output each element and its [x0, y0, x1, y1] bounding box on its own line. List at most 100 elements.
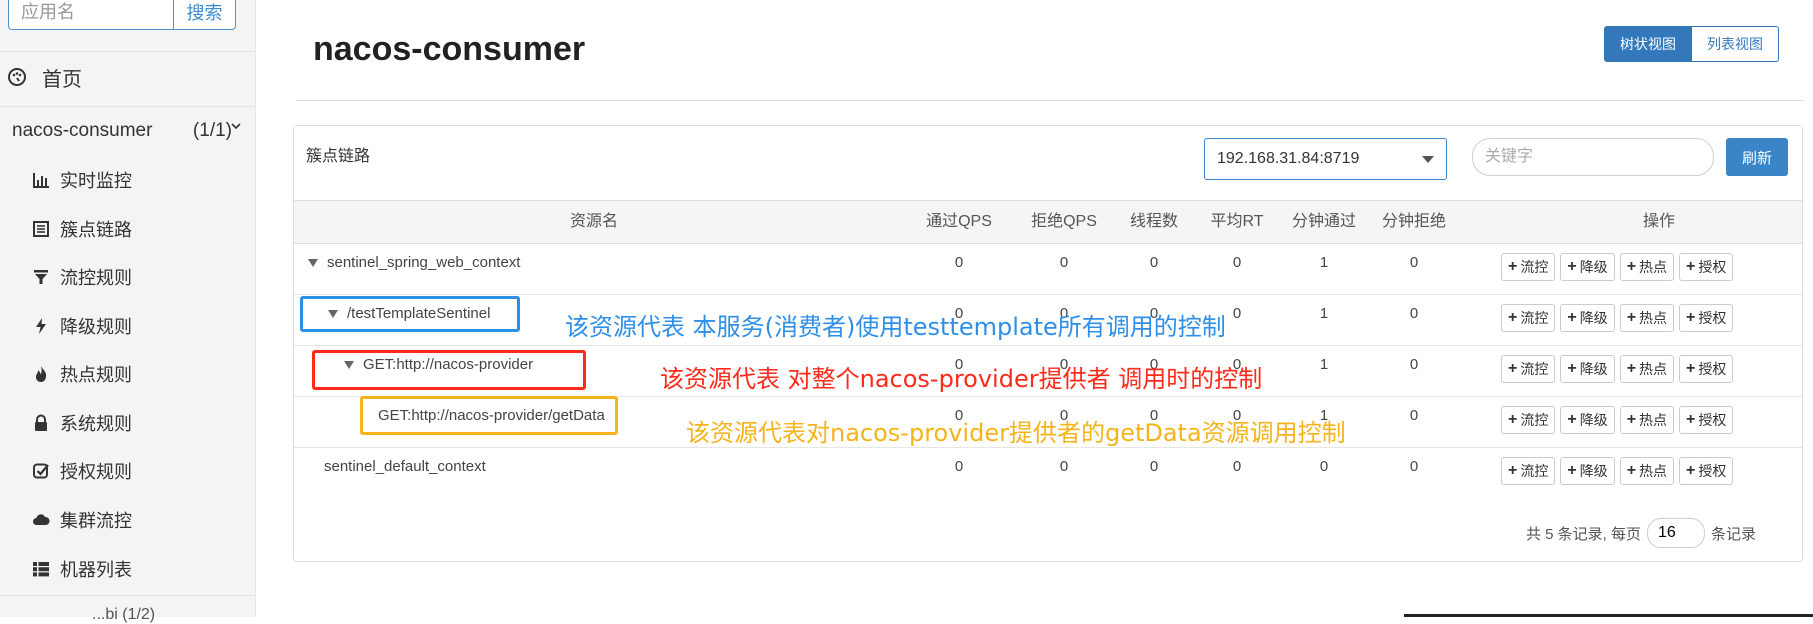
op-label: 授权	[1698, 412, 1727, 428]
sidebar-item-home[interactable]: 首页	[6, 62, 82, 92]
plus-icon: +	[1686, 258, 1696, 275]
plus-icon: +	[1567, 411, 1577, 428]
title-divider	[296, 100, 1804, 101]
row-actions: + 流控 + 降级 + 热点 + 授权	[1501, 355, 1734, 383]
min-block-cell: 0	[1409, 356, 1419, 373]
authority-rule-button[interactable]: + 授权	[1679, 304, 1734, 332]
chevron-down-icon	[231, 123, 241, 130]
annotation-text-yellow: 该资源代表对nacos-provider提供者的getData资源调用控制	[686, 419, 1346, 447]
page-title: nacos-consumer	[313, 30, 586, 68]
sidebar-item-label: 簇点链路	[60, 220, 132, 240]
check-square-icon	[33, 463, 49, 479]
caret-down-icon	[1422, 155, 1434, 163]
tree-view-button[interactable]: 树状视图	[1604, 26, 1692, 62]
sidebar-item-degrade-rules[interactable]: 降级规则	[32, 312, 132, 340]
resource-name-cell: sentinel_default_context	[324, 447, 486, 487]
refresh-button[interactable]: 刷新	[1726, 138, 1788, 176]
plus-icon: +	[1508, 462, 1518, 479]
degrade-rule-button[interactable]: + 降级	[1560, 253, 1615, 281]
degrade-rule-button[interactable]: + 降级	[1560, 304, 1615, 332]
sidebar-item-label: 集群流控	[60, 511, 132, 531]
filter-icon	[34, 270, 48, 284]
flow-rule-button[interactable]: + 流控	[1501, 304, 1556, 332]
flow-rule-button[interactable]: + 流控	[1501, 253, 1556, 281]
flow-rule-button[interactable]: + 流控	[1501, 406, 1556, 434]
sidebar-item-label: 热点规则	[60, 365, 132, 385]
hotspot-rule-button[interactable]: + 热点	[1619, 457, 1675, 485]
sidebar-item-hotspot-rules[interactable]: 热点规则	[32, 360, 132, 388]
hotspot-rule-button[interactable]: + 热点	[1619, 355, 1675, 383]
app-search-input[interactable]	[8, 0, 173, 30]
min-block-cell: 0	[1409, 407, 1419, 424]
op-label: 流控	[1520, 361, 1549, 377]
keyword-input[interactable]	[1472, 138, 1714, 176]
min-block-cell: 0	[1409, 458, 1419, 475]
authority-rule-button[interactable]: + 授权	[1679, 457, 1734, 485]
sidebar-item-flow-rules[interactable]: 流控规则	[32, 263, 132, 291]
plus-icon: +	[1686, 411, 1696, 428]
plus-icon: +	[1686, 360, 1696, 377]
pass-qps-cell: 0	[954, 254, 964, 271]
flow-rule-button[interactable]: + 流控	[1501, 355, 1556, 383]
hotspot-rule-button[interactable]: + 热点	[1619, 406, 1675, 434]
op-label: 降级	[1579, 259, 1608, 275]
degrade-rule-button[interactable]: + 降级	[1560, 406, 1615, 434]
pass-qps-cell: 0	[954, 458, 964, 475]
authority-rule-button[interactable]: + 授权	[1679, 355, 1734, 383]
op-label: 授权	[1698, 259, 1727, 275]
sidebar-app-next-partial[interactable]: ...bi (1/2)	[92, 606, 155, 624]
op-label: 降级	[1579, 361, 1608, 377]
annotation-text-red: 该资源代表 对整个nacos-provider提供者 调用时的控制	[660, 365, 1263, 393]
app-name: nacos-consumer	[12, 120, 153, 141]
app-search: 搜索	[8, 0, 236, 32]
authority-rule-button[interactable]: + 授权	[1679, 253, 1734, 281]
degrade-rule-button[interactable]: + 降级	[1560, 457, 1615, 485]
sidebar-item-realtime-monitor[interactable]: 实时监控	[32, 166, 132, 194]
plus-icon: +	[1626, 258, 1637, 275]
bar-chart-icon	[33, 173, 49, 188]
sidebar-item-system-rules[interactable]: 系统规则	[32, 409, 132, 437]
search-button[interactable]: 搜索	[173, 0, 236, 30]
plus-icon: +	[1567, 462, 1577, 479]
tree-collapse-icon[interactable]	[308, 259, 318, 267]
row-actions: + 流控 + 降级 + 热点 + 授权	[1501, 406, 1734, 434]
column-header: 通过QPS	[926, 213, 992, 230]
sidebar-item-authority-rules[interactable]: 授权规则	[32, 457, 132, 485]
lock-icon	[35, 414, 47, 431]
list-icon	[33, 221, 49, 237]
view-toggle: 树状视图 列表视图	[1604, 26, 1779, 62]
min-block-cell: 0	[1409, 305, 1419, 322]
sidebar-item-cluster-flow[interactable]: 集群流控	[32, 506, 132, 534]
op-label: 流控	[1520, 259, 1549, 275]
op-label: 热点	[1639, 259, 1668, 275]
sidebar-app-nacos-consumer[interactable]: nacos-consumer (1/1)	[12, 116, 242, 146]
app-machine-count: (1/1)	[192, 120, 232, 141]
sidebar-item-label: 流控规则	[60, 268, 132, 288]
column-header: 分钟拒绝	[1381, 213, 1446, 230]
pagination-total-text: 共 5 条记录, 每页	[1526, 525, 1642, 543]
authority-rule-button[interactable]: + 授权	[1679, 406, 1734, 434]
sidebar-item-label: 授权规则	[60, 462, 132, 482]
sidebar-divider	[0, 51, 255, 52]
min-block-cell: 0	[1409, 254, 1419, 271]
degrade-rule-button[interactable]: + 降级	[1560, 355, 1615, 383]
sidebar-item-cluster-point-link[interactable]: 簇点链路	[32, 215, 132, 243]
pagination: 共 5 条记录, 每页 条记录	[1526, 518, 1756, 548]
row-actions: + 流控 + 降级 + 热点 + 授权	[1501, 457, 1734, 485]
machine-select[interactable]: 192.168.31.84:8719	[1204, 138, 1447, 180]
plus-icon: +	[1508, 411, 1518, 428]
plus-icon: +	[1567, 360, 1577, 377]
flow-rule-button[interactable]: + 流控	[1501, 457, 1556, 485]
hotspot-rule-button[interactable]: + 热点	[1619, 253, 1675, 281]
resource-name: sentinel_spring_web_context	[327, 254, 521, 271]
panel-title: 簇点链路	[306, 148, 371, 165]
machine-select-value: 192.168.31.84:8719	[1217, 150, 1360, 167]
annotation-box-blue	[300, 296, 520, 332]
sidebar-item-label: 实时监控	[60, 171, 132, 191]
sidebar-item-label: 降级规则	[60, 317, 132, 337]
lightning-icon	[36, 318, 46, 334]
hotspot-rule-button[interactable]: + 热点	[1619, 304, 1675, 332]
page-size-input[interactable]	[1647, 518, 1706, 548]
list-view-button[interactable]: 列表视图	[1692, 26, 1779, 62]
sidebar-item-machine-list[interactable]: 机器列表	[32, 555, 132, 583]
